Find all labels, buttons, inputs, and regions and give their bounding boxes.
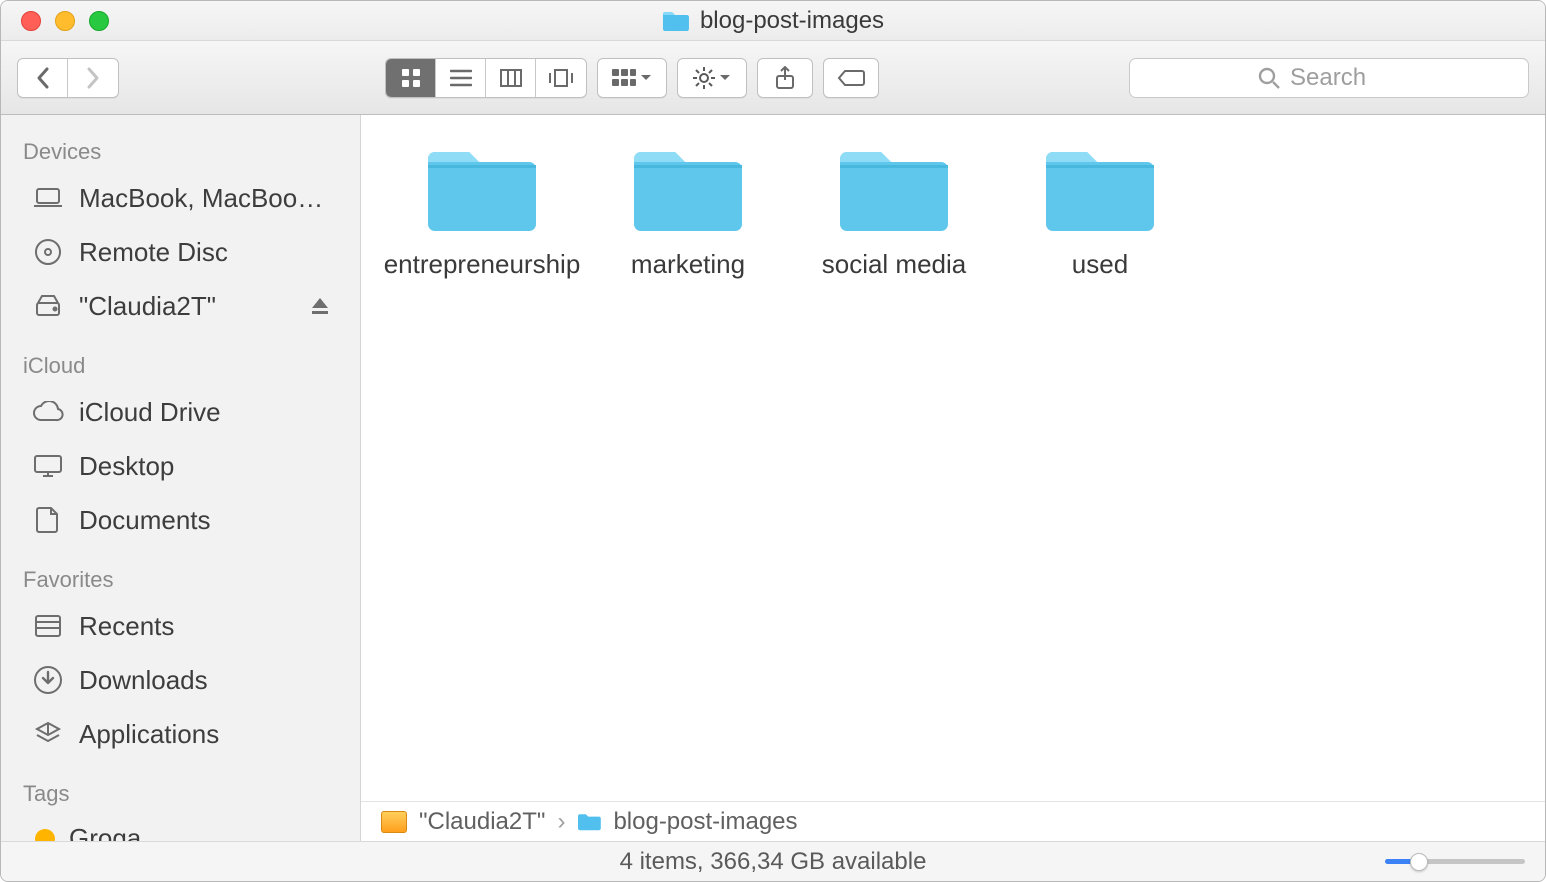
content-area: entrepreneurship marketing social media	[361, 115, 1545, 841]
sidebar-item-label: Documents	[79, 505, 211, 536]
toolbar	[1, 41, 1545, 115]
back-button[interactable]	[18, 58, 68, 98]
chevron-down-icon	[640, 74, 652, 82]
folder-icon	[662, 10, 690, 32]
sidebar-item-label: Desktop	[79, 451, 174, 482]
folder-icon	[834, 143, 954, 235]
sidebar-item-label: Remote Disc	[79, 237, 228, 268]
apps-icon	[31, 717, 65, 751]
hdd-icon	[381, 811, 407, 833]
search-field[interactable]	[1129, 58, 1529, 98]
gear-icon	[693, 67, 715, 89]
folder-label: used	[1072, 249, 1128, 280]
sidebar-item-label: Downloads	[79, 665, 208, 696]
sidebar-section-icloud: iCloud	[1, 333, 360, 385]
view-list-button[interactable]	[436, 58, 486, 98]
sidebar-item-label: Groga	[69, 823, 141, 841]
laptop-icon	[31, 181, 65, 215]
sidebar-item-label: MacBook, MacBook...	[79, 183, 330, 214]
arrange-dropdown[interactable]	[597, 58, 667, 98]
view-icon-button[interactable]	[386, 58, 436, 98]
folder-icon	[628, 143, 748, 235]
slider-knob[interactable]	[1410, 853, 1428, 871]
hdd-icon	[31, 289, 65, 323]
tag-color-dot-icon	[35, 829, 55, 842]
status-text: 4 items, 366,34 GB available	[620, 848, 927, 876]
sidebar-item-label: Recents	[79, 611, 174, 642]
path-segment[interactable]: blog-post-images	[613, 808, 797, 836]
path-segment[interactable]: "Claudia2T"	[419, 808, 545, 836]
path-bar: "Claudia2T" › blog-post-images	[361, 801, 1545, 841]
cloud-icon	[31, 395, 65, 429]
eject-button[interactable]	[310, 296, 330, 316]
status-bar: 4 items, 366,34 GB available	[1, 841, 1545, 881]
folder-label: social media	[822, 249, 967, 280]
titlebar: blog-post-images	[1, 1, 1545, 41]
sidebar-item-recents[interactable]: Recents	[1, 599, 360, 653]
sidebar-item-remote-disc[interactable]: Remote Disc	[1, 225, 360, 279]
folder-icon	[577, 813, 601, 831]
folder-label: entrepreneurship	[384, 249, 581, 280]
search-input[interactable]	[1290, 64, 1400, 92]
sidebar-section-tags: Tags	[1, 761, 360, 813]
sidebar-item-icloud-drive[interactable]: iCloud Drive	[1, 385, 360, 439]
sidebar-item-label: Applications	[79, 719, 219, 750]
nav-buttons	[17, 58, 119, 98]
view-column-button[interactable]	[486, 58, 536, 98]
close-window-button[interactable]	[21, 11, 41, 31]
share-icon	[775, 66, 795, 90]
download-icon	[31, 663, 65, 697]
desktop-icon	[31, 449, 65, 483]
folder-icon	[1040, 143, 1160, 235]
folder-item[interactable]: social media	[791, 143, 997, 280]
sidebar-item-label: iCloud Drive	[79, 397, 221, 428]
finder-window: blog-post-images	[0, 0, 1546, 882]
chevron-right-icon: ›	[557, 808, 565, 836]
view-mode-segmented	[385, 58, 587, 98]
doc-icon	[31, 503, 65, 537]
action-dropdown[interactable]	[677, 58, 747, 98]
folder-item[interactable]: entrepreneurship	[379, 143, 585, 280]
folder-item[interactable]: marketing	[585, 143, 791, 280]
sidebar-section-favorites: Favorites	[1, 547, 360, 599]
sidebar-section-devices: Devices	[1, 129, 360, 171]
sidebar-item-documents[interactable]: Documents	[1, 493, 360, 547]
chevron-down-icon	[719, 74, 731, 82]
tags-button[interactable]	[823, 58, 879, 98]
share-button[interactable]	[757, 58, 813, 98]
sidebar-item-macbook[interactable]: MacBook, MacBook...	[1, 171, 360, 225]
minimize-window-button[interactable]	[55, 11, 75, 31]
folder-label: marketing	[631, 249, 745, 280]
view-gallery-button[interactable]	[536, 58, 586, 98]
forward-button[interactable]	[68, 58, 118, 98]
icon-size-slider[interactable]	[1385, 859, 1525, 864]
folder-icon	[422, 143, 542, 235]
folder-item[interactable]: used	[997, 143, 1203, 280]
window-title: blog-post-images	[662, 7, 884, 35]
sidebar-item-downloads[interactable]: Downloads	[1, 653, 360, 707]
window-controls	[21, 11, 109, 31]
recents-icon	[31, 609, 65, 643]
window-title-label: blog-post-images	[700, 7, 884, 35]
sidebar-item-tag-groga[interactable]: Groga	[1, 813, 360, 841]
sidebar: Devices MacBook, MacBook... Remote Disc …	[1, 115, 361, 841]
sidebar-item-label: "Claudia2T"	[79, 291, 216, 322]
sidebar-item-claudia2t[interactable]: "Claudia2T"	[1, 279, 360, 333]
disc-icon	[31, 235, 65, 269]
slider-track	[1385, 859, 1525, 864]
icon-grid[interactable]: entrepreneurship marketing social media	[361, 115, 1545, 801]
tag-icon	[837, 69, 865, 87]
sidebar-item-desktop[interactable]: Desktop	[1, 439, 360, 493]
search-icon	[1258, 67, 1280, 89]
sidebar-item-applications[interactable]: Applications	[1, 707, 360, 761]
zoom-window-button[interactable]	[89, 11, 109, 31]
